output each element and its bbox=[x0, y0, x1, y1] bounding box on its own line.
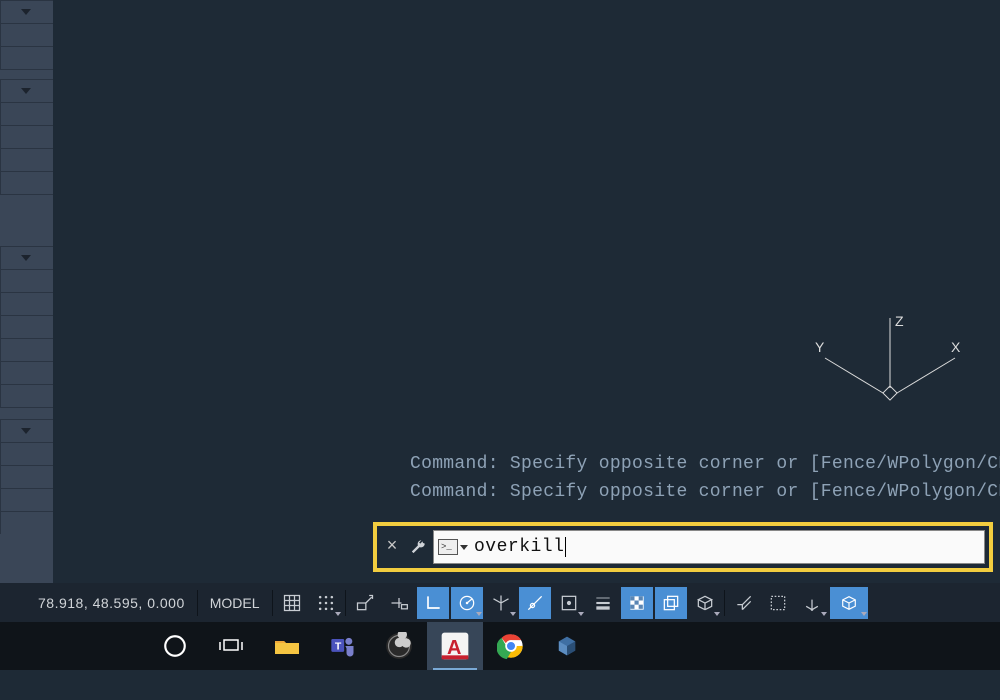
panel-cell[interactable] bbox=[0, 46, 53, 69]
command-line[interactable]: × >_ overkill bbox=[373, 522, 993, 572]
panel-cell[interactable] bbox=[0, 384, 53, 407]
status-bar: 78.918, 48.595, 0.000 MODEL bbox=[0, 583, 1000, 622]
model-space-button[interactable]: MODEL bbox=[200, 595, 270, 611]
chevron-down-icon bbox=[714, 612, 720, 616]
panel-cell[interactable] bbox=[0, 338, 53, 361]
taskbar-autodesk-app[interactable] bbox=[539, 622, 595, 670]
panel-gap bbox=[0, 407, 53, 419]
divider bbox=[345, 590, 346, 616]
panel-cell[interactable] bbox=[0, 361, 53, 384]
command-input-value: overkill bbox=[474, 537, 564, 557]
dynamic-ucs-button[interactable] bbox=[728, 587, 760, 619]
drawing-canvas[interactable]: Z X Y Command: Specify opposite corner o… bbox=[53, 0, 1000, 583]
taskbar-task-view[interactable] bbox=[203, 622, 259, 670]
chevron-down-icon bbox=[821, 612, 827, 616]
recent-commands-icon[interactable] bbox=[460, 545, 468, 550]
command-history-line: Command: Specify opposite corner or [Fen… bbox=[410, 450, 1000, 478]
ucs-x-label: X bbox=[951, 339, 961, 355]
taskbar-file-explorer[interactable] bbox=[259, 622, 315, 670]
close-icon[interactable]: × bbox=[381, 536, 403, 558]
chevron-down-icon bbox=[476, 612, 482, 616]
isometric-drafting-button[interactable] bbox=[485, 587, 517, 619]
taskbar-teams[interactable]: T bbox=[315, 622, 371, 670]
visual-style-button[interactable] bbox=[830, 587, 868, 619]
panel-dropdown[interactable] bbox=[0, 79, 53, 102]
chevron-down-icon bbox=[861, 612, 867, 616]
3d-object-snap-button[interactable] bbox=[689, 587, 721, 619]
panel-cell[interactable] bbox=[0, 465, 53, 488]
panel-cell[interactable] bbox=[0, 171, 53, 194]
infer-constraints-button[interactable] bbox=[349, 587, 381, 619]
lineweight-button[interactable] bbox=[587, 587, 619, 619]
chevron-down-icon bbox=[21, 255, 31, 261]
taskbar-chrome[interactable] bbox=[483, 622, 539, 670]
object-snap-tracking-button[interactable] bbox=[519, 587, 551, 619]
coordinates-readout[interactable]: 78.918, 48.595, 0.000 bbox=[0, 595, 195, 611]
panel-cell[interactable] bbox=[0, 125, 53, 148]
chevron-down-icon bbox=[578, 612, 584, 616]
panel-cell[interactable] bbox=[0, 269, 53, 292]
svg-text:T: T bbox=[335, 641, 342, 653]
panel-divider bbox=[0, 69, 53, 79]
taskbar-autocad[interactable]: A bbox=[427, 622, 483, 670]
windows-taskbar: T A bbox=[0, 622, 1000, 670]
chevron-down-icon bbox=[335, 612, 341, 616]
panel-dropdown[interactable] bbox=[0, 246, 53, 269]
panel-cell[interactable] bbox=[0, 148, 53, 171]
divider bbox=[197, 590, 198, 616]
panel-cell[interactable] bbox=[0, 511, 53, 534]
ucs-y-label: Y bbox=[815, 339, 825, 355]
taskbar-obs[interactable] bbox=[371, 622, 427, 670]
command-input[interactable]: >_ overkill bbox=[433, 530, 985, 564]
properties-panel bbox=[0, 0, 53, 583]
dynamic-input-button[interactable] bbox=[383, 587, 415, 619]
command-prompt-icon: >_ bbox=[438, 539, 458, 555]
customize-icon[interactable] bbox=[407, 536, 429, 558]
panel-cell[interactable] bbox=[0, 315, 53, 338]
panel-cell[interactable] bbox=[0, 292, 53, 315]
2d-object-snap-button[interactable] bbox=[553, 587, 585, 619]
selection-filter-button[interactable] bbox=[762, 587, 794, 619]
transparency-button[interactable] bbox=[621, 587, 653, 619]
panel-dropdown[interactable] bbox=[0, 419, 53, 442]
chevron-down-icon bbox=[21, 88, 31, 94]
grid-display-button[interactable] bbox=[276, 587, 308, 619]
panel-dropdown[interactable] bbox=[0, 0, 53, 23]
panel-cell[interactable] bbox=[0, 23, 53, 46]
command-history-line: Command: Specify opposite corner or [Fen… bbox=[410, 478, 1000, 506]
ucs-z-label: Z bbox=[895, 313, 904, 329]
polar-tracking-button[interactable] bbox=[451, 587, 483, 619]
gizmo-button[interactable] bbox=[796, 587, 828, 619]
ortho-mode-button[interactable] bbox=[417, 587, 449, 619]
divider bbox=[724, 590, 725, 616]
divider bbox=[272, 590, 273, 616]
command-history: Command: Specify opposite corner or [Fen… bbox=[410, 450, 1000, 506]
panel-cell[interactable] bbox=[0, 442, 53, 465]
taskbar-cortana[interactable] bbox=[147, 622, 203, 670]
chevron-down-icon bbox=[21, 428, 31, 434]
panel-cell[interactable] bbox=[0, 488, 53, 511]
text-caret bbox=[565, 537, 566, 557]
chevron-down-icon bbox=[510, 612, 516, 616]
selection-cycling-button[interactable] bbox=[655, 587, 687, 619]
panel-cell[interactable] bbox=[0, 102, 53, 125]
chevron-down-icon bbox=[21, 9, 31, 15]
snap-mode-button[interactable] bbox=[310, 587, 342, 619]
panel-gap bbox=[0, 194, 53, 246]
ucs-indicator: Z X Y bbox=[805, 310, 965, 410]
